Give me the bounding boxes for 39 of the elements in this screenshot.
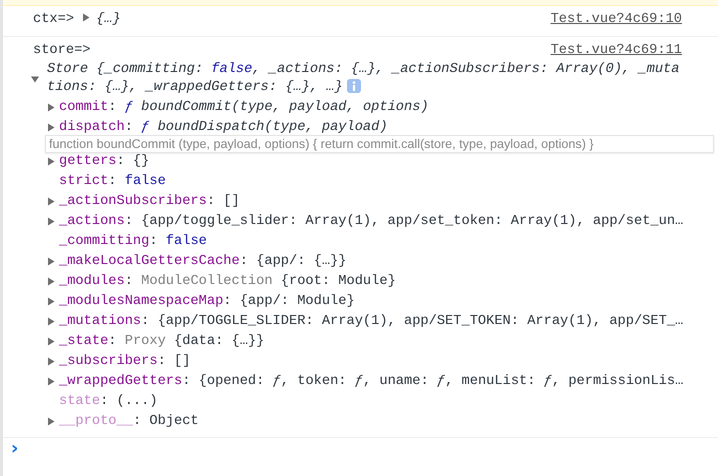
property-text: getters: {} <box>59 154 150 168</box>
property-text: _modules: ModuleCollection {root: Module} <box>59 274 396 288</box>
caret-icon[interactable] <box>31 74 39 84</box>
tooltip: function boundCommit (type, payload, options) { return commit.call(store, type, payload, options) } <box>45 135 714 153</box>
source-link[interactable]: Test.vue?4c69:11 <box>550 42 682 58</box>
caret-icon[interactable] <box>47 276 55 286</box>
log-label: store=> <box>33 42 90 58</box>
property-text: _mutations: {app/TOGGLE_SLIDER: Array(1), app/SET_TOKEN: Array(1), app/SET_… <box>59 314 684 328</box>
object-preview: {…} <box>96 12 121 26</box>
property-text: strict: false <box>59 174 166 188</box>
property-text: _state: Proxy {data: {…}} <box>59 334 264 348</box>
caret-icon[interactable] <box>47 256 55 266</box>
caret-icon[interactable] <box>47 216 55 226</box>
property-text: commit: ƒ boundCommit(type, payload, options) <box>59 100 429 114</box>
property-text: _actions: {app/toggle_slider: Array(1), app/set_token: Array(1), app/set_un… <box>59 214 684 228</box>
property-text: state: (...) <box>59 394 158 408</box>
caret-icon[interactable] <box>47 122 55 132</box>
property-text: __proto__: Object <box>59 414 199 428</box>
property-text: _actionSubscribers: [] <box>59 194 240 208</box>
caret-icon[interactable] <box>47 336 55 346</box>
source-link[interactable]: Test.vue?4c69:10 <box>550 12 682 26</box>
info-icon <box>346 79 361 94</box>
caret-icon[interactable] <box>82 12 90 22</box>
caret-icon[interactable] <box>47 376 55 386</box>
property-text: _committing: false <box>59 234 207 248</box>
console-prompt[interactable]: › <box>3 438 718 460</box>
caret-icon[interactable] <box>47 356 55 366</box>
property-text: dispatch: ƒ boundDispatch(type, payload) <box>59 120 388 134</box>
property-text: _modulesNamespaceMap: {app/: Module} <box>59 294 355 308</box>
log-label: ctx=> <box>33 12 74 26</box>
property-text: _subscribers: [] <box>59 354 190 368</box>
caret-icon[interactable] <box>47 316 55 326</box>
property-text: _makeLocalGettersCache: {app/: {…}} <box>59 254 346 268</box>
caret-icon[interactable] <box>47 102 55 112</box>
caret-icon[interactable] <box>47 296 55 306</box>
caret-icon[interactable] <box>47 416 55 426</box>
caret-icon[interactable] <box>47 156 55 166</box>
property-text: _wrappedGetters: {opened: ƒ, token: ƒ, uname: ƒ, menuList: ƒ, permissionLis… <box>59 374 684 388</box>
caret-icon[interactable] <box>47 196 55 206</box>
